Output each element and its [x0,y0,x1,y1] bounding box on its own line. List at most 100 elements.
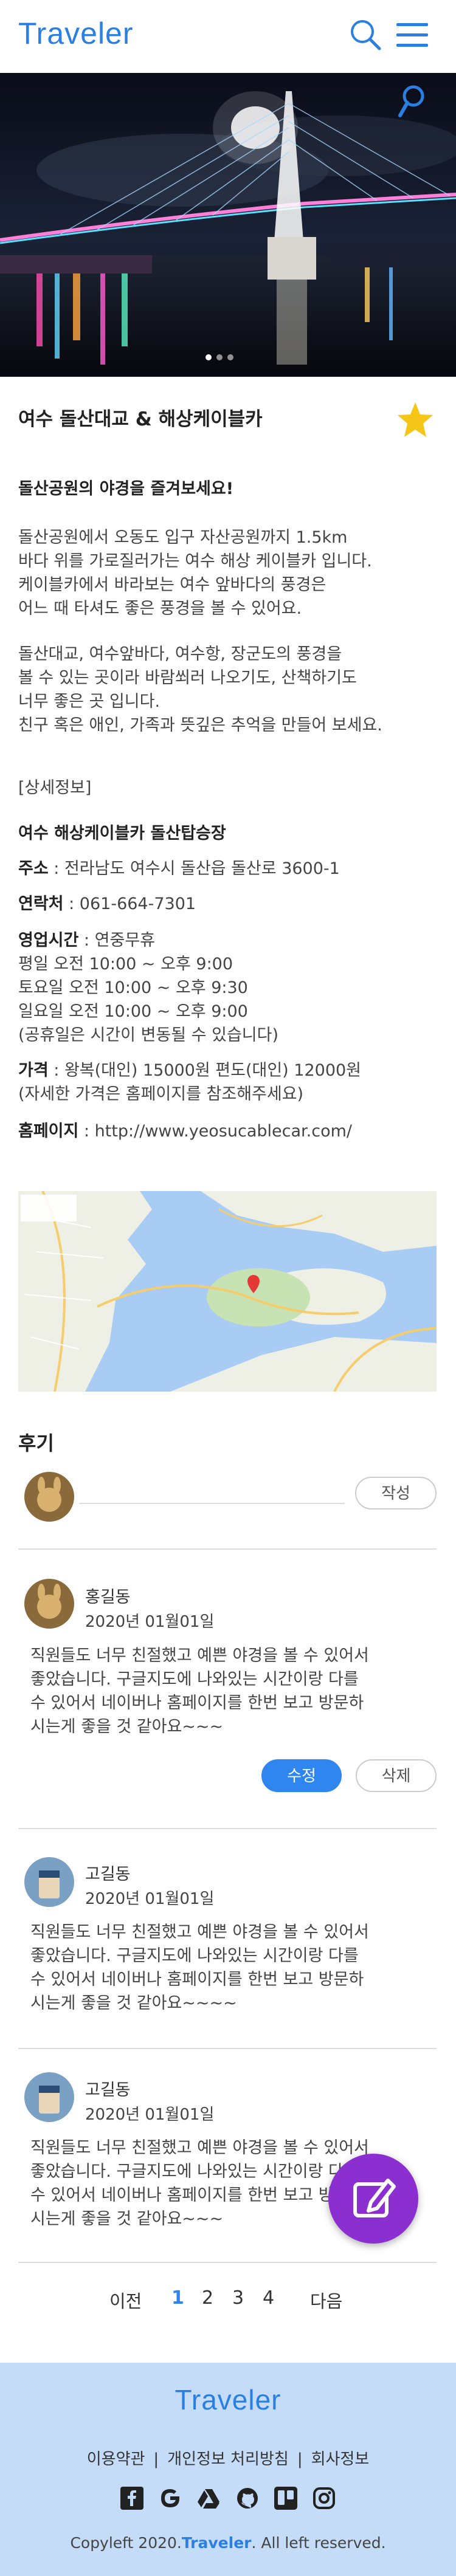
price-label: 가격 [18,1061,49,1080]
write-fab-button[interactable] [328,2154,418,2244]
intro-line: 너무 좋은 곳 입니다. [18,692,161,711]
carousel-dot[interactable] [227,354,233,360]
avatar [24,1579,74,1629]
footer-logo[interactable]: Traveler [0,2383,456,2416]
link-separator: | [153,2450,159,2468]
carousel-dot[interactable] [216,354,223,360]
review-text: 직원들도 너무 친절했고 예쁜 야경을 볼 수 있어서 [30,1646,369,1665]
prev-page-link[interactable]: 이전 [109,2287,142,2312]
divider [18,1828,437,1829]
homepage-link[interactable]: : http://www.yeosucablecar.com/ [78,1122,352,1141]
hours-line: 토요일 오전 10:00 ~ 오후 9:30 [18,978,248,997]
review-text: 직원들도 너무 친절했고 예쁜 야경을 볼 수 있어서 [30,2138,369,2157]
next-page-link[interactable]: 다음 [310,2287,342,2312]
app-logo[interactable]: Traveler [18,16,134,51]
details-address: 주소 : 전라남도 여수시 돌산읍 돌산로 3600-1 [18,857,340,881]
intro-line: 볼 수 있는 곳이라 바람쐬러 나오기도, 산책하기도 [18,668,357,687]
page-link-2[interactable]: 2 [202,2287,213,2309]
details-place-name: 여수 해상케이블카 돌산탑승장 [18,824,226,843]
hours-line: 일요일 오전 10:00 ~ 오후 9:00 [18,1002,248,1021]
details-phone: 연락처 : 061-664-7301 [18,892,196,916]
trello-icon[interactable] [274,2487,297,2510]
page-link-1[interactable]: 1 [171,2287,184,2309]
footer-link-terms[interactable]: 이용약관 [87,2450,145,2468]
divider [18,1548,437,1550]
social-icons [0,2487,456,2512]
search-icon[interactable] [396,84,427,120]
intro-line: 돌산공원에서 오동도 입구 자산공원까지 1.5km [18,528,348,547]
review-text: 직원들도 너무 친절했고 예쁜 야경을 볼 수 있어서 [30,1923,369,1942]
page-link-3[interactable]: 3 [232,2287,244,2309]
delete-review-button[interactable]: 삭제 [356,1759,437,1792]
page-link-4[interactable]: 4 [263,2287,274,2309]
address-value: : 전라남도 여수시 돌산읍 돌산로 3600-1 [48,859,340,878]
review-date: 2020년 01월01일 [85,2106,215,2124]
hero-illustration [0,73,456,377]
review-author: 홍길동 [85,1588,131,1607]
avatar [24,1472,74,1522]
copyright-suffix: . All left reserved. [251,2534,386,2552]
details-price: 가격 : 왕복(대인) 15000원 편도(대인) 12000원 [18,1059,361,1082]
reviews-heading: 후기 [18,1432,54,1455]
review-date: 2020년 01월01일 [85,1613,215,1631]
facebook-icon[interactable] [120,2487,144,2510]
phone-value[interactable]: : 061-664-7301 [64,895,196,913]
star-icon[interactable] [395,400,435,440]
review-text: 좋았습니다. 구글지도에 나와있는 시간이랑 다를 [30,2162,359,2181]
hours-line: (공휴일은 시간이 변동될 수 있습니다) [18,1026,278,1045]
intro-line: 바다 위를 가로질러가는 여수 해상 케이블카 입니다. [18,552,372,571]
link-separator: | [297,2450,303,2468]
intro-heading: 돌산공원의 야경을 즐겨보세요! [18,479,234,498]
copyright-prefix: Copyleft 2020. [70,2534,182,2552]
review-text: 수 있어서 네이버나 홈페이지를 한번 보고 방문하 [30,2186,364,2205]
avatar [24,1857,74,1907]
price-note: (자세한 가격은 홈페이지를 참조해주세요) [18,1085,304,1104]
footer-link-company[interactable]: 회사정보 [311,2450,370,2468]
intro-line: 친구 혹은 애인, 가족과 뜻깊은 추억을 만들어 보세요. [18,716,382,735]
write-review-button[interactable]: 작성 [355,1477,437,1510]
app-header: Traveler [0,0,456,73]
hours-value: : 연중무휴 [78,931,155,950]
divider [18,2262,437,2263]
divider [18,2048,437,2049]
review-date: 2020년 01월01일 [85,1890,215,1908]
hours-line: 평일 오전 10:00 ~ 오후 9:00 [18,955,233,974]
copyright-brand: Traveler [181,2534,252,2552]
avatar [24,2072,74,2122]
edit-review-button[interactable]: 수정 [261,1759,342,1792]
carousel-dot[interactable] [206,354,212,360]
intro-line: 케이블카에서 바라보는 여수 앞바다의 풍경은 [18,575,326,594]
details-homepage: 홈페이지 : http://www.yeosucablecar.com/ [18,1119,352,1143]
intro-line: 어느 때 타셔도 좋은 풍경을 볼 수 있어요. [18,599,302,618]
review-author: 고길동 [85,2081,131,2100]
details-hours: 영업시간 : 연중무휴 [18,929,155,952]
google-icon[interactable] [159,2487,182,2510]
footer-link-privacy[interactable]: 개인정보 처리방침 [167,2450,289,2468]
github-icon[interactable] [236,2487,259,2510]
hamburger-menu-icon[interactable] [394,18,430,52]
edit-icon [353,2179,396,2217]
review-text: 좋았습니다. 구글지도에 나와있는 시간이랑 다를 [30,1670,359,1689]
review-text: 수 있어서 네이버나 홈페이지를 한번 보고 방문하 [30,1970,364,1989]
place-title: 여수 돌산대교 & 해상케이블카 [18,408,263,430]
address-label: 주소 [18,859,49,878]
review-text: 시는게 좋을 것 같아요~~~ [30,2210,224,2228]
review-text: 수 있어서 네이버나 홈페이지를 한번 보고 방문하 [30,1694,364,1712]
homepage-label: 홈페이지 [18,1122,79,1141]
review-author: 고길동 [85,1865,131,1884]
instagram-icon[interactable] [313,2487,336,2510]
google-drive-icon[interactable] [197,2487,220,2510]
hero-photo-bridge-night [0,73,456,377]
review-input[interactable] [79,1468,345,1504]
copyright: Copyleft 2020.Traveler. All left reserve… [0,2534,456,2552]
intro-line: 돌산대교, 여수앞바다, 여수항, 장군도의 풍경을 [18,645,342,664]
price-value: : 왕복(대인) 15000원 편도(대인) 12000원 [48,1061,362,1080]
map-illustration [18,1191,437,1392]
search-icon[interactable] [348,17,383,52]
hours-label: 영업시간 [18,931,79,950]
carousel-indicator[interactable] [206,351,238,360]
details-section-label: [상세정보] [18,778,92,797]
review-text: 시는게 좋을 것 같아요~~~ [30,1717,224,1736]
location-map[interactable] [18,1191,437,1392]
phone-label: 연락처 [18,895,64,913]
